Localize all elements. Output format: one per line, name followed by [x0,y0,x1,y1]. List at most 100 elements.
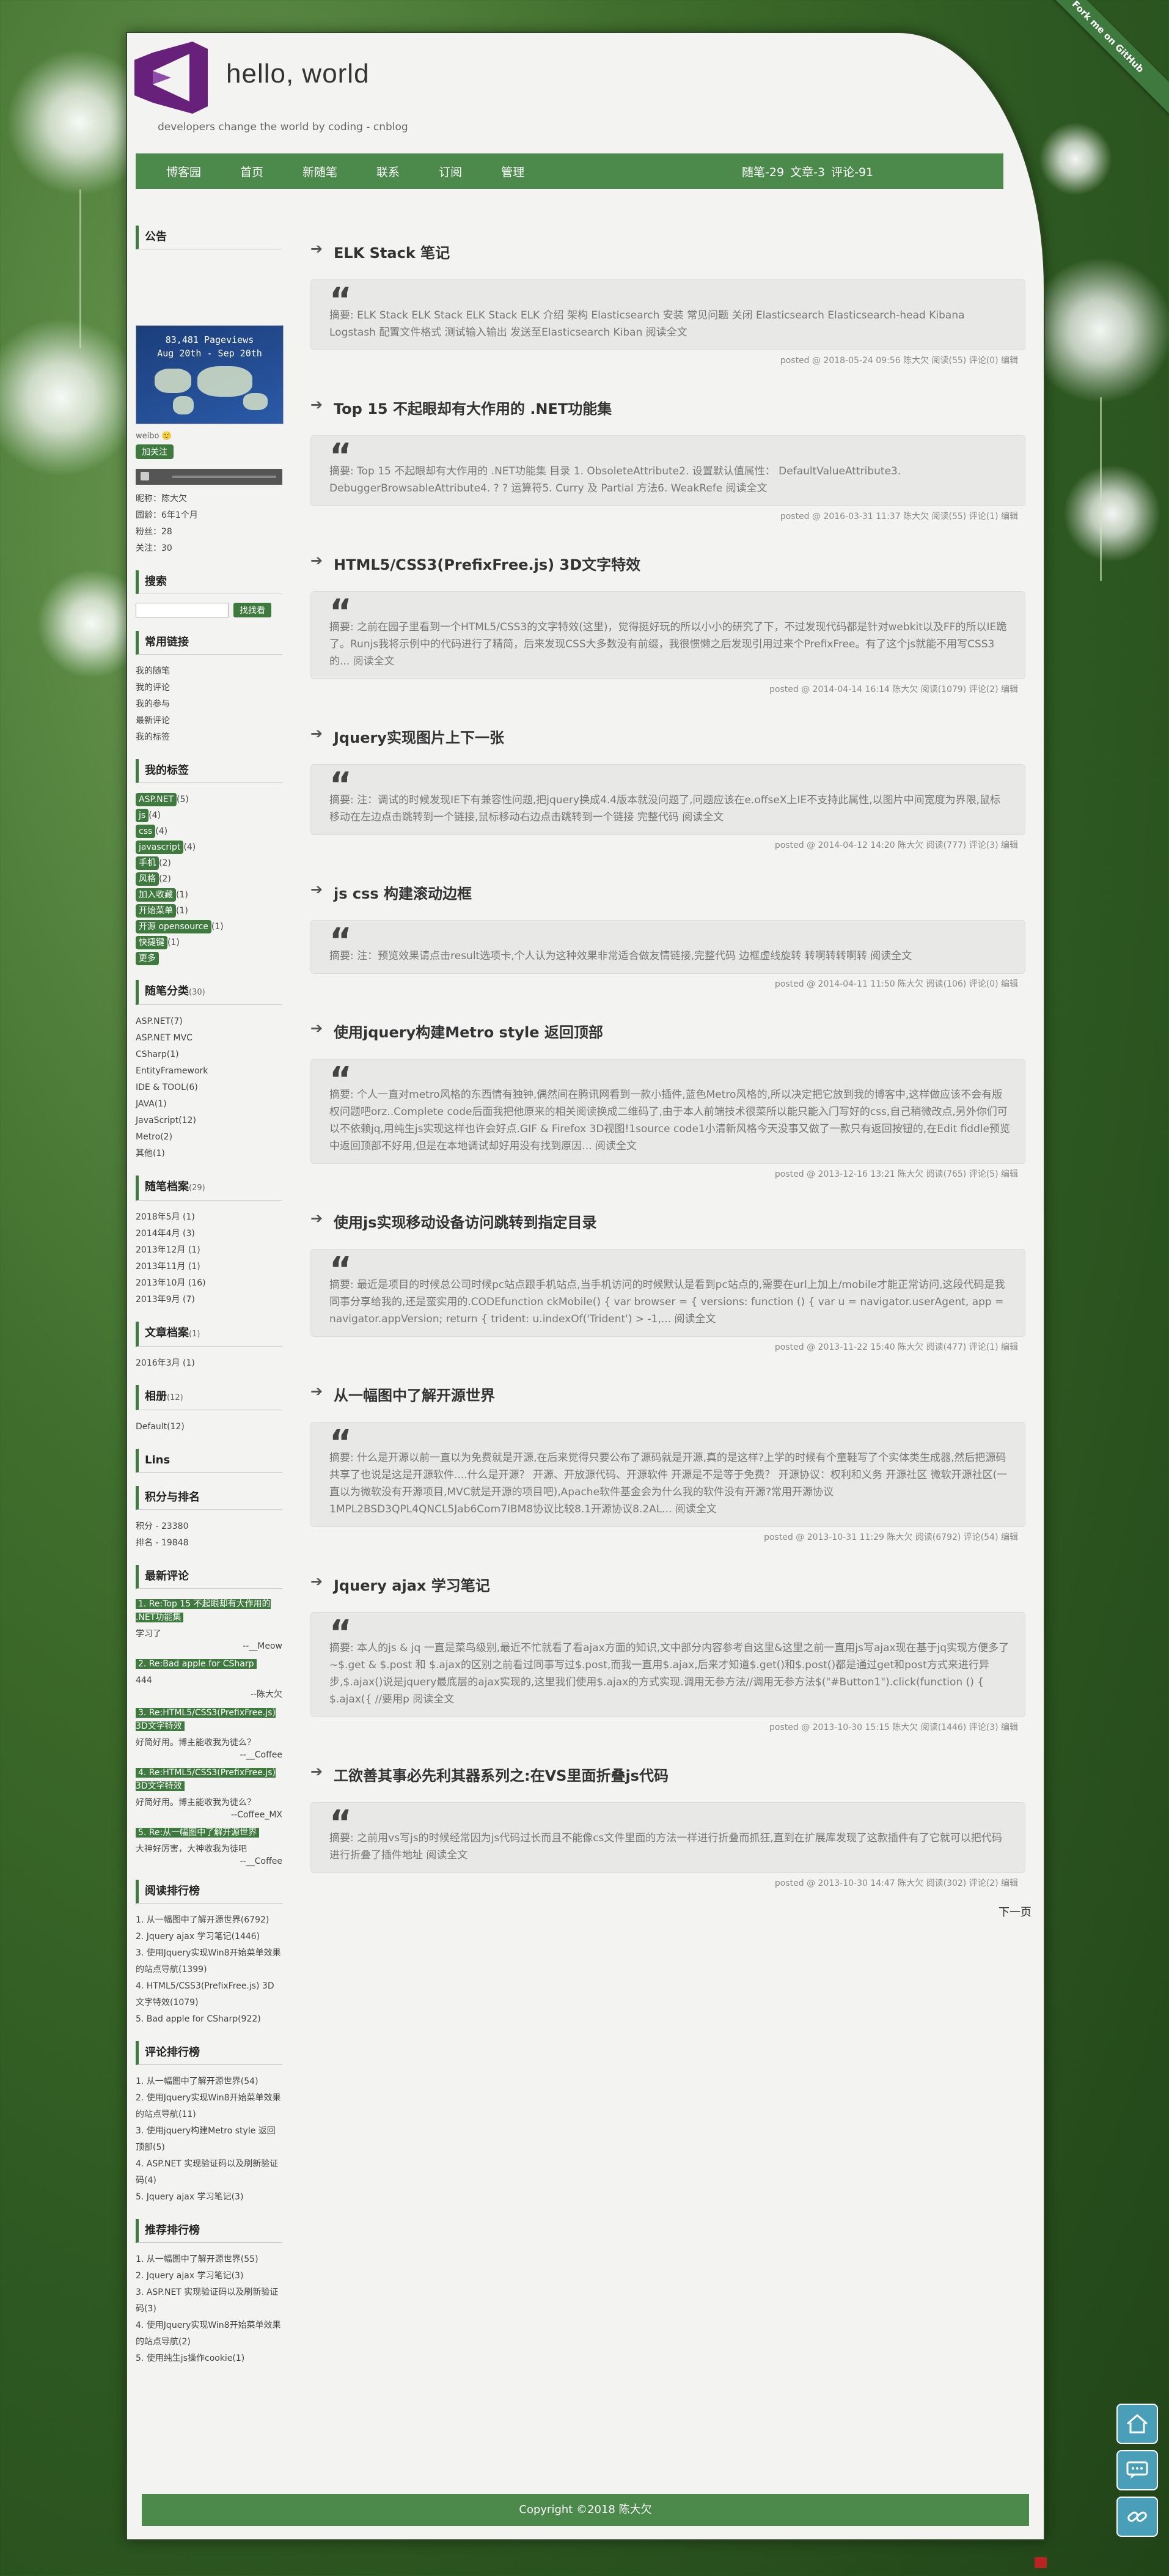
tag-link[interactable]: javascript [136,841,184,854]
read-rank-item[interactable]: 3. 使用Jquery实现Win8开始菜单效果的站点导航(1399) [136,1945,282,1978]
scroll-top-button[interactable] [1116,2404,1158,2444]
tag-link[interactable]: css [136,825,156,838]
nav-item-home[interactable]: 首页 [240,163,263,180]
archive-item[interactable]: 2013年12月 (1) [136,1242,282,1259]
weibo-widget[interactable]: weibo 🙂 [136,432,282,441]
category-item[interactable]: ASP.NET MVC [136,1030,282,1047]
recommend-rank-item[interactable]: 3. ASP.NET 实现验证码以及刷新验证码(3) [136,2284,282,2317]
tag-link[interactable]: 开源 opensource [136,920,211,933]
post-title[interactable]: ➔ Top 15 不起眼却有大作用的 .NET功能集 [310,396,1025,418]
link-latest-comments[interactable]: 最新评论 [136,713,282,729]
nav-item-subscribe[interactable]: 订阅 [439,163,462,180]
read-rank-item[interactable]: 1. 从一幅图中了解开源世界(6792) [136,1912,282,1929]
recent-comment-link[interactable]: 1. Re:Top 15 不起眼却有大作用的 .NET功能集 [136,1599,271,1622]
comment-rank-item[interactable]: 3. 使用jquery构建Metro style 返回顶部(5) [136,2123,282,2156]
visitor-map[interactable]: 83,481 Pageviews Aug 20th - Sep 20th [136,325,284,424]
read-rank-item[interactable]: 2. Jquery ajax 学习笔记(1446) [136,1929,282,1945]
tag-link[interactable]: ASP.NET [136,793,177,806]
search-input[interactable] [136,603,229,617]
follow-button[interactable]: 加关注 [136,444,174,459]
album-item[interactable]: Default(12) [136,1419,282,1435]
post-meta[interactable]: posted @ 2013-10-30 14:47 陈大欠 阅读(302) 评论… [310,1877,1025,1889]
search-button[interactable]: 找找看 [233,603,271,617]
recommend-rank-item[interactable]: 1. 从一幅图中了解开源世界(55) [136,2251,282,2268]
post-meta[interactable]: posted @ 2018-05-24 09:56 陈大欠 阅读(55) 评论(… [310,354,1025,366]
comment-rank-item[interactable]: 5. Jquery ajax 学习笔记(3) [136,2189,282,2206]
post-meta[interactable]: posted @ 2014-04-12 14:20 陈大欠 阅读(777) 评论… [310,839,1025,851]
recent-comments-block: 最新评论 1. Re:Top 15 不起眼却有大作用的 .NET功能集 学习了 … [136,1565,282,1866]
next-page-link[interactable]: 下一页 [310,1904,1032,1919]
nav-item-cnblogs[interactable]: 博客园 [166,163,201,180]
recent-comment-link[interactable]: 3. Re:HTML5/CSS3(PrefixFree.js) 3D文字特效 [136,1708,276,1731]
category-item[interactable]: Metro(2) [136,1129,282,1146]
recommend-rank-item[interactable]: 5. 使用纯生js操作cookie(1) [136,2350,282,2367]
post-meta[interactable]: posted @ 2014-04-14 16:14 陈大欠 阅读(1079) 评… [310,683,1025,695]
play-icon[interactable] [141,472,149,480]
category-item[interactable]: 其他(1) [136,1146,282,1162]
recommend-rank-item[interactable]: 2. Jquery ajax 学习笔记(3) [136,2268,282,2284]
archive-item[interactable]: 2014年4月 (3) [136,1226,282,1242]
tag-more-link[interactable]: 更多 [136,952,159,965]
comment-rank-item[interactable]: 1. 从一幅图中了解开源世界(54) [136,2074,282,2090]
link-my-posts[interactable]: 我的随笔 [136,663,282,680]
comment-rank-item[interactable]: 4. ASP.NET 实现验证码以及刷新验证码(4) [136,2156,282,2189]
visual-studio-logo-icon[interactable] [134,42,208,114]
profile-followers[interactable]: 粉丝：28 [136,524,282,540]
post-meta[interactable]: posted @ 2013-12-16 13:21 陈大欠 阅读(765) 评论… [310,1168,1025,1180]
link-my-comments[interactable]: 我的评论 [136,680,282,696]
read-rank-item[interactable]: 5. Bad apple for CSharp(922) [136,2011,282,2028]
profile-following[interactable]: 关注：30 [136,540,282,557]
post-meta[interactable]: posted @ 2016-03-31 11:37 陈大欠 阅读(55) 评论(… [310,510,1025,522]
comment-rank-item[interactable]: 2. 使用Jquery实现Win8开始菜单效果的站点导航(11) [136,2090,282,2123]
tag-link[interactable]: 风格 [136,872,159,886]
post-title[interactable]: ➔ 工欲善其事必先利其器系列之:在VS里面折叠js代码 [310,1763,1025,1785]
link-my-tags[interactable]: 我的标签 [136,729,282,746]
post-meta[interactable]: posted @ 2013-10-30 15:15 陈大欠 阅读(1446) 评… [310,1721,1025,1733]
link-my-participation[interactable]: 我的参与 [136,696,282,713]
fork-me-ribbon[interactable]: Fork me on GitHub [1022,0,1169,123]
recent-comment-link[interactable]: 5. Re:从一幅图中了解开源世界 [136,1828,260,1838]
tag-link[interactable]: 开始菜单 [136,904,176,918]
category-item[interactable]: EntityFramework [136,1063,282,1080]
post-meta[interactable]: posted @ 2013-11-22 15:40 陈大欠 阅读(477) 评论… [310,1341,1025,1353]
category-item[interactable]: CSharp(1) [136,1047,282,1063]
post-title[interactable]: ➔ Jquery ajax 学习笔记 [310,1573,1025,1595]
link-button[interactable] [1116,2497,1158,2537]
recent-comment-link[interactable]: 4. Re:HTML5/CSS3(PrefixFree.js) 3D文字特效 [136,1768,276,1791]
tags-title: 我的标签 [136,759,282,783]
tag-link[interactable]: 快捷键 [136,936,167,949]
recent-comment-link[interactable]: 2. Re:Bad apple for CSharp [136,1659,257,1669]
post-title[interactable]: ➔ 使用jquery构建Metro style 返回顶部 [310,1020,1025,1042]
recommend-rank-item[interactable]: 4. 使用Jquery实现Win8开始菜单效果的站点导航(2) [136,2317,282,2350]
category-item[interactable]: JAVA(1) [136,1096,282,1113]
post-title[interactable]: ➔ js css 构建滚动边框 [310,881,1025,903]
post-title[interactable]: ➔ 使用js实现移动设备访问跳转到指定目录 [310,1210,1025,1232]
nav-item-new-post[interactable]: 新随笔 [302,163,337,180]
archive-item[interactable]: 2013年10月 (16) [136,1275,282,1292]
article-archive-item[interactable]: 2016年3月 (1) [136,1355,282,1372]
archive-item[interactable]: 2013年11月 (1) [136,1259,282,1275]
archive-item[interactable]: 2018年5月 (1) [136,1209,282,1226]
post-title[interactable]: ➔ Jquery实现图片上下一张 [310,725,1025,747]
category-item[interactable]: IDE & TOOL(6) [136,1080,282,1096]
category-item[interactable]: JavaScript(12) [136,1113,282,1129]
tag-link[interactable]: js [136,809,149,822]
site-title[interactable]: hello, world [226,59,370,89]
tag-link[interactable]: 手机 [136,856,159,870]
post-title[interactable]: ➔ HTML5/CSS3(PrefixFree.js) 3D文字特效 [310,552,1025,574]
post-title[interactable]: ➔ 从一幅图中了解开源世界 [310,1383,1025,1405]
profile-age[interactable]: 园龄：6年1个月 [136,507,282,524]
post-title[interactable]: ➔ ELK Stack 笔记 [310,240,1025,262]
nav-item-manage[interactable]: 管理 [501,163,524,180]
nav-item-contact[interactable]: 联系 [376,163,400,180]
post-meta[interactable]: posted @ 2014-04-11 11:50 陈大欠 阅读(106) 评论… [310,977,1025,990]
comment-button[interactable] [1116,2450,1158,2490]
post-meta[interactable]: posted @ 2013-10-31 11:29 陈大欠 阅读(6792) 评… [310,1531,1025,1543]
archive-item[interactable]: 2013年9月 (7) [136,1292,282,1308]
category-item[interactable]: ASP.NET(7) [136,1014,282,1030]
tag-link[interactable]: 加入收藏 [136,888,176,902]
profile-nickname[interactable]: 昵称：陈大欠 [136,491,282,507]
read-rank-item[interactable]: 4. HTML5/CSS3(PrefixFree.js) 3D文字特效(1079… [136,1978,282,2011]
player-progress[interactable] [172,476,276,478]
music-player[interactable] [136,469,282,485]
